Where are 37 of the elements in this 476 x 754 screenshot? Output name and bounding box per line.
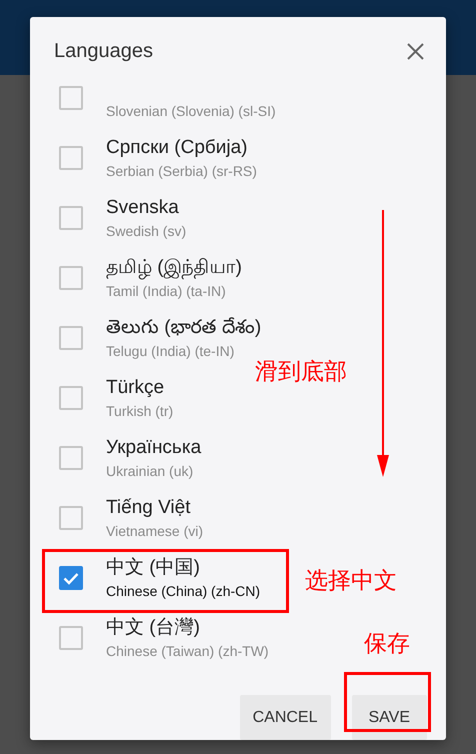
checkbox[interactable] <box>59 506 83 530</box>
checkbox[interactable] <box>59 266 83 290</box>
checkbox[interactable] <box>59 566 83 590</box>
language-name: Türkçe <box>106 376 166 400</box>
close-icon[interactable] <box>407 42 424 60</box>
checkbox[interactable] <box>59 86 83 110</box>
language-detail: Tamil (India) (ta-IN) <box>106 282 227 300</box>
language-name: Tiếng Việt <box>106 496 192 520</box>
dialog-title: Languages <box>54 40 153 62</box>
language-name: 中文 (中国) <box>106 556 201 580</box>
checkbox[interactable] <box>59 386 83 410</box>
language-name: Српски (Србија) <box>106 136 249 160</box>
checkbox[interactable] <box>59 446 83 470</box>
language-detail: Vietnamese (vi) <box>106 522 204 540</box>
language-detail: Chinese (China) (zh-CN) <box>106 582 260 600</box>
checkmark-icon <box>63 572 79 584</box>
language-name: Українська <box>106 436 202 460</box>
save-button[interactable]: SAVE <box>352 695 427 740</box>
language-detail: Serbian (Serbia) (sr-RS) <box>106 162 257 180</box>
checkbox[interactable] <box>59 146 83 170</box>
language-name: తెలుగు (భారత దేశం) <box>106 316 262 340</box>
checkbox[interactable] <box>59 326 83 350</box>
annotation-text: 选择中文 <box>305 567 397 595</box>
language-detail: Slovenian (Slovenia) (sl-SI) <box>106 102 276 120</box>
language-detail: Chinese (Taiwan) (zh-TW) <box>106 642 269 660</box>
annotation-text: 保存 <box>364 630 410 658</box>
annotation-text: 滑到底部 <box>255 358 347 386</box>
checkbox[interactable] <box>59 626 83 650</box>
language-detail: Telugu (India) (te-IN) <box>106 342 236 360</box>
language-detail: Swedish (sv) <box>106 222 186 240</box>
language-detail: Ukrainian (uk) <box>106 462 194 480</box>
language-name: 中文 (台灣) <box>106 616 201 640</box>
language-name: தமிழ் (இந்தியா) <box>106 256 242 280</box>
language-detail: Turkish (tr) <box>106 402 174 420</box>
cancel-button[interactable]: CANCEL <box>240 695 330 740</box>
checkbox[interactable] <box>59 206 83 230</box>
language-name: Svenska <box>106 196 180 220</box>
